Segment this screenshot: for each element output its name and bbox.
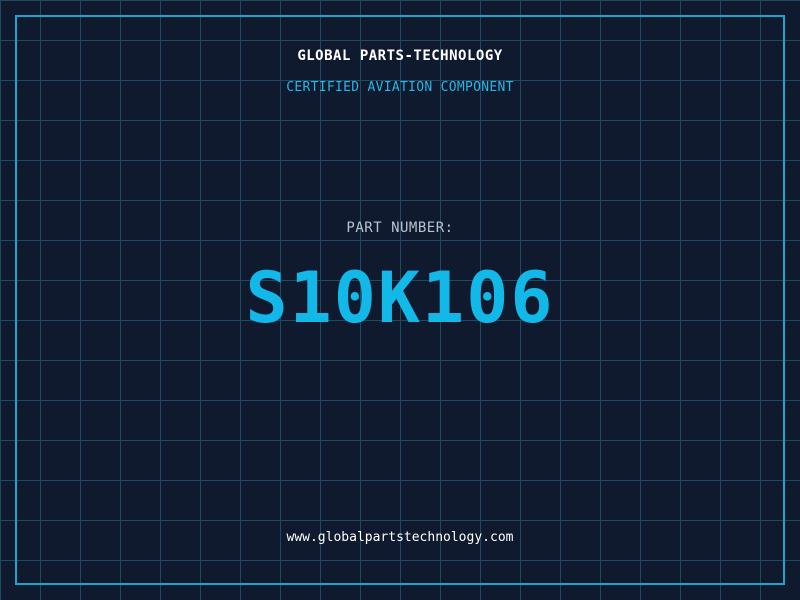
website-url: www.globalpartstechnology.com — [286, 530, 514, 545]
part-number-label: PART NUMBER: — [346, 220, 454, 236]
certification-subtitle: CERTIFIED AVIATION COMPONENT — [286, 80, 514, 95]
part-number-value: S10K106 — [245, 257, 555, 339]
company-name: GLOBAL PARTS-TECHNOLOGY — [297, 48, 503, 64]
